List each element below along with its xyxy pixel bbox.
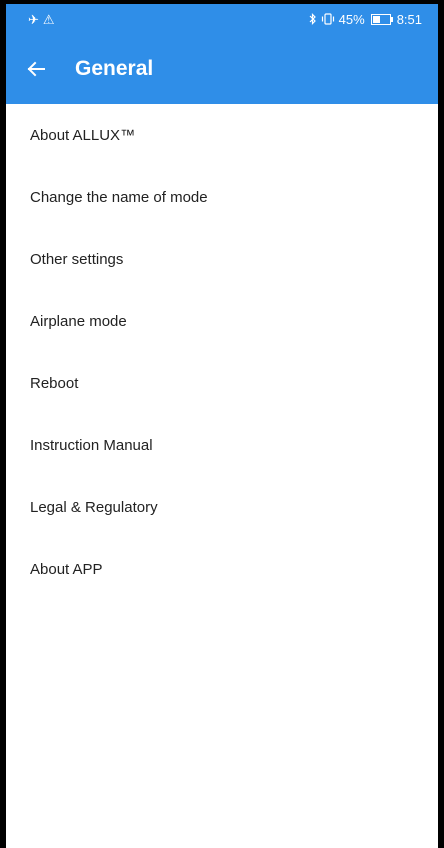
battery-fill <box>372 15 380 23</box>
arrow-left-icon <box>27 61 45 77</box>
status-right-icons: 45% 8:51 <box>309 12 422 27</box>
menu-item-airplane-mode[interactable]: Airplane mode <box>6 290 438 352</box>
battery-icon <box>370 13 393 25</box>
menu-item-instruction-manual[interactable]: Instruction Manual <box>6 414 438 476</box>
status-left-icons: ✈ ⚠ <box>28 13 55 26</box>
menu-item-legal-regulatory[interactable]: Legal & Regulatory <box>6 476 438 538</box>
airplane-icon: ✈ <box>28 11 39 27</box>
menu-item-other-settings[interactable]: Other settings <box>6 228 438 290</box>
status-bar: ✈ ⚠ 45% 8:51 <box>6 4 438 34</box>
bluetooth-icon <box>309 13 316 25</box>
settings-menu: About ALLUX™ Change the name of mode Oth… <box>6 104 438 600</box>
battery-percent: 45% <box>338 11 365 27</box>
menu-item-reboot[interactable]: Reboot <box>6 352 438 414</box>
back-button[interactable] <box>6 34 62 104</box>
vibrate-icon <box>321 13 334 25</box>
page-title: General <box>75 57 154 80</box>
battery-nub <box>390 16 393 22</box>
menu-item-about-allux[interactable]: About ALLUX™ <box>6 104 438 166</box>
menu-item-change-mode-name[interactable]: Change the name of mode <box>6 166 438 228</box>
menu-item-about-app[interactable]: About APP <box>6 538 438 600</box>
warning-icon: ⚠ <box>42 11 55 27</box>
phone-screen: ✈ ⚠ 45% 8:51 General About ALLUX™ Change… <box>6 4 438 848</box>
app-bar: General <box>6 34 438 104</box>
clock: 8:51 <box>396 11 422 27</box>
